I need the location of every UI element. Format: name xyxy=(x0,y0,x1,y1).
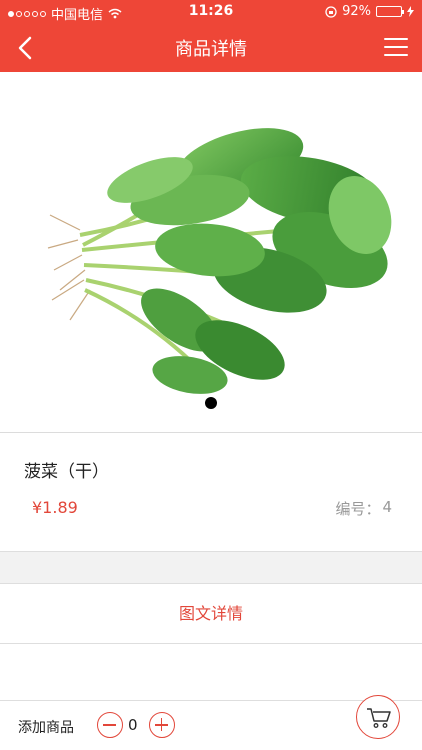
battery-percent: 92% xyxy=(342,4,371,19)
product-code: 编号： 4 xyxy=(335,498,392,519)
page-title: 商品详情 xyxy=(175,39,247,60)
product-code-label: 编号： xyxy=(335,500,381,518)
decrease-quantity-button[interactable] xyxy=(97,712,123,738)
cart-button[interactable] xyxy=(356,695,400,739)
image-text-details-link[interactable]: 图文详情 xyxy=(0,584,422,644)
charging-icon xyxy=(407,6,414,17)
status-bar: 中国电信 11:26 92% xyxy=(0,0,422,24)
nav-bar: 商品详情 xyxy=(0,24,422,72)
header: 中国电信 11:26 92% 商品详情 xyxy=(0,0,422,72)
add-product-label: 添加商品 xyxy=(18,720,74,736)
bottom-bar: 添加商品 0 xyxy=(0,695,422,750)
quantity-value: 0 xyxy=(128,716,138,734)
orientation-lock-icon xyxy=(325,5,337,18)
product-code-value: 4 xyxy=(382,498,392,516)
menu-icon[interactable] xyxy=(384,38,408,58)
spinach-image xyxy=(47,128,392,394)
battery-icon xyxy=(376,6,404,17)
product-price: ¥1.89 xyxy=(32,498,78,517)
divider xyxy=(0,432,422,433)
product-name: 菠菜（干） xyxy=(24,462,109,482)
carousel-indicator[interactable] xyxy=(205,397,217,409)
product-image-carousel[interactable] xyxy=(0,72,422,432)
increase-quantity-button[interactable] xyxy=(149,712,175,738)
cart-icon xyxy=(367,708,391,728)
section-separator xyxy=(0,551,422,584)
